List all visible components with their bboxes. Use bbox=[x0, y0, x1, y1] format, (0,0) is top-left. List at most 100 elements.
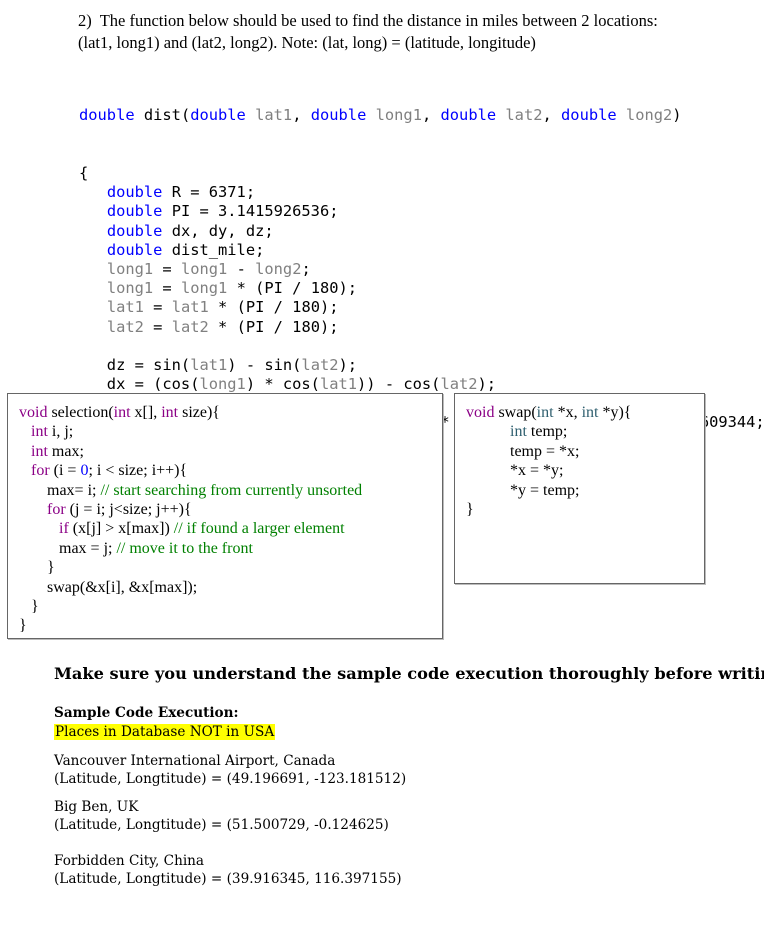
code-token: i, j; bbox=[47, 423, 74, 441]
code-token: lat2 bbox=[505, 106, 543, 125]
code-line: double PI = 3.1415926536; bbox=[79, 202, 764, 221]
code-line: double R = 6371; bbox=[79, 183, 764, 202]
place-name: Forbidden City, China bbox=[54, 853, 205, 869]
code-token: (i = bbox=[49, 462, 81, 480]
code-token: *x = *y; bbox=[466, 462, 564, 480]
code-token: ) * cos( bbox=[245, 375, 320, 394]
code-token: ) bbox=[672, 106, 682, 125]
code-token: long1 bbox=[180, 279, 228, 298]
place-coords: (Latitude, Longtitude) = (51.500729, -0.… bbox=[54, 817, 389, 833]
instruction-note: Make sure you understand the sample code… bbox=[54, 664, 764, 683]
code-token: = bbox=[153, 259, 181, 278]
code-token: , bbox=[542, 106, 562, 125]
code-token: // start searching from currently unsort… bbox=[100, 481, 363, 499]
code-token: *x, bbox=[553, 404, 582, 421]
code-token: { bbox=[79, 164, 89, 182]
code-token: (j = i; j<size; j++){ bbox=[65, 500, 192, 518]
code-token: double bbox=[190, 106, 246, 125]
code-token: void bbox=[19, 404, 48, 421]
code-token: swap(&x[i], &x[max]); bbox=[19, 578, 198, 596]
code-token: int bbox=[113, 404, 131, 421]
code-token: ); bbox=[338, 355, 358, 374]
code-token: lat2 bbox=[301, 355, 339, 374]
code-token: ; i < size; i++){ bbox=[88, 462, 188, 480]
code-token: double bbox=[561, 106, 617, 125]
place-name: Vancouver International Airport, Canada bbox=[54, 753, 336, 769]
place-forbidden-city: Forbidden City, China (Latitude, Longtit… bbox=[54, 852, 754, 888]
dist-signature: double dist(double lat1, double long1, d… bbox=[79, 106, 764, 125]
code-token: long2 bbox=[625, 106, 673, 125]
code-token: = bbox=[143, 317, 172, 336]
code-line: { bbox=[79, 164, 764, 183]
code-line: double dist_mile; bbox=[79, 241, 764, 260]
code-token: } bbox=[466, 500, 474, 518]
code-token: dist( bbox=[134, 106, 191, 125]
code-token: long1 bbox=[375, 106, 422, 125]
code-line: int temp; bbox=[466, 422, 704, 441]
problem-line-2: (lat1, long1) and (lat2, long2). Note: (… bbox=[78, 33, 536, 52]
code-line: lat2 = lat2 * (PI / 180); bbox=[79, 318, 764, 337]
code-token: = bbox=[143, 298, 172, 317]
code-line: temp = *x; bbox=[466, 442, 704, 461]
code-token: max; bbox=[47, 442, 84, 460]
code-line: for (i = 0; i < size; i++){ bbox=[19, 461, 442, 480]
code-token: lat1 bbox=[190, 355, 228, 374]
code-line: } bbox=[19, 616, 442, 635]
code-token: long2 bbox=[255, 259, 302, 278]
code-token: int bbox=[536, 404, 554, 421]
code-line: int max; bbox=[19, 442, 442, 461]
code-token: selection( bbox=[47, 404, 114, 421]
code-token: double bbox=[79, 106, 135, 125]
code-token: ); bbox=[477, 375, 497, 394]
code-token: , bbox=[421, 106, 441, 125]
code-line: swap(&x[i], &x[max]); bbox=[19, 578, 442, 597]
code-token: *y){ bbox=[598, 404, 632, 421]
code-token: = bbox=[153, 279, 181, 298]
code-token: for bbox=[47, 500, 66, 518]
code-token: long1 bbox=[106, 279, 154, 298]
code-token: ; bbox=[301, 259, 311, 278]
code-token: (x[j] > x[max]) bbox=[68, 520, 174, 538]
code-token: lat1 bbox=[106, 298, 144, 317]
code-token: double bbox=[440, 106, 497, 125]
code-token: int bbox=[31, 442, 48, 460]
code-line: } bbox=[466, 500, 704, 519]
code-line: long1 = long1 * (PI / 180); bbox=[79, 279, 764, 298]
code-token: } bbox=[19, 597, 39, 615]
code-token: )) - cos( bbox=[357, 375, 441, 394]
code-line: dx = (cos(long1) * cos(lat1)) - cos(lat2… bbox=[79, 375, 764, 394]
code-token: PI = 3.1415926536; bbox=[162, 202, 339, 221]
place-coords: (Latitude, Longtitude) = (49.196691, -12… bbox=[54, 771, 407, 787]
code-line: *x = *y; bbox=[466, 461, 704, 480]
code-token: lat1 bbox=[319, 375, 358, 394]
code-token: size){ bbox=[178, 404, 220, 421]
code-token: *y = temp; bbox=[466, 481, 580, 499]
code-token: - bbox=[227, 259, 256, 278]
code-token: max = j; bbox=[19, 539, 117, 557]
code-line: lat1 = lat1 * (PI / 180); bbox=[79, 298, 764, 317]
code-token: , bbox=[292, 106, 311, 125]
code-line: } bbox=[19, 597, 442, 616]
code-token: } bbox=[19, 617, 27, 635]
problem-statement: 2) The function below should be used to … bbox=[78, 10, 738, 54]
code-token: // if found a larger element bbox=[173, 520, 345, 538]
code-line: int i, j; bbox=[19, 422, 442, 441]
place-big-ben: Big Ben, UK (Latitude, Longtitude) = (51… bbox=[54, 798, 754, 834]
code-line: max = j; // move it to the front bbox=[19, 539, 442, 558]
code-line: if (x[j] > x[max]) // if found a larger … bbox=[19, 519, 442, 538]
code-token: * (PI / 180); bbox=[208, 298, 339, 317]
selection-function-box: void selection(int x[], int size){ int i… bbox=[7, 393, 443, 639]
